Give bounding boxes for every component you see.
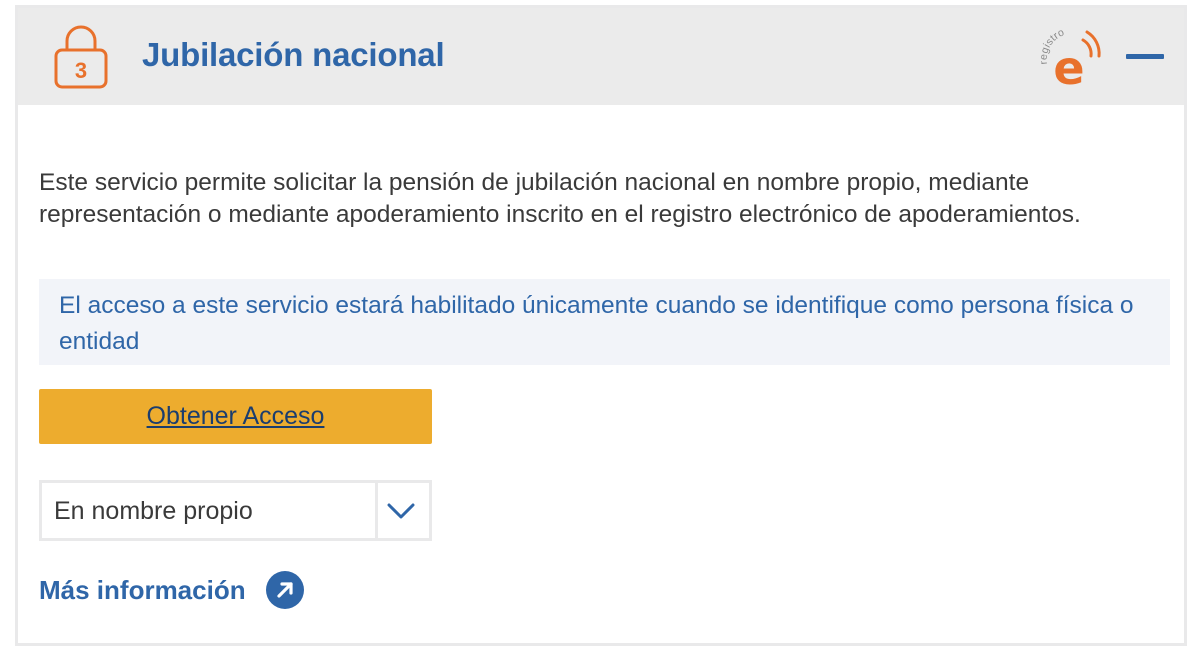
access-notice-text: El acceso a este servicio estará habilit… — [59, 292, 1134, 355]
registro-e-logo: registro e — [1037, 26, 1101, 94]
step-number: 3 — [75, 58, 87, 83]
representation-select[interactable]: En nombre propio — [39, 480, 432, 541]
more-info-link[interactable]: Más información — [39, 570, 305, 610]
arrow-up-right-circle-icon[interactable] — [265, 570, 305, 610]
select-value: En nombre propio — [54, 497, 253, 525]
chevron-down-icon[interactable] — [385, 498, 417, 522]
select-divider — [375, 483, 378, 538]
logo-letter: e — [1053, 41, 1084, 94]
page-title: Jubilación nacional — [142, 36, 445, 73]
minus-icon — [1126, 54, 1164, 59]
more-info-label[interactable]: Más información — [39, 575, 246, 606]
access-notice: El acceso a este servicio estará habilit… — [39, 279, 1170, 365]
service-description: Este servicio permite solicitar la pensi… — [39, 169, 1081, 228]
collapse-button[interactable] — [1126, 46, 1164, 68]
obtain-access-button[interactable]: Obtener Acceso — [39, 389, 432, 444]
card-header: 3 Jubilación nacional registro e — [18, 8, 1184, 105]
lock-icon: 3 — [54, 25, 108, 89]
service-card: 3 Jubilación nacional registro e Este se… — [15, 5, 1187, 646]
